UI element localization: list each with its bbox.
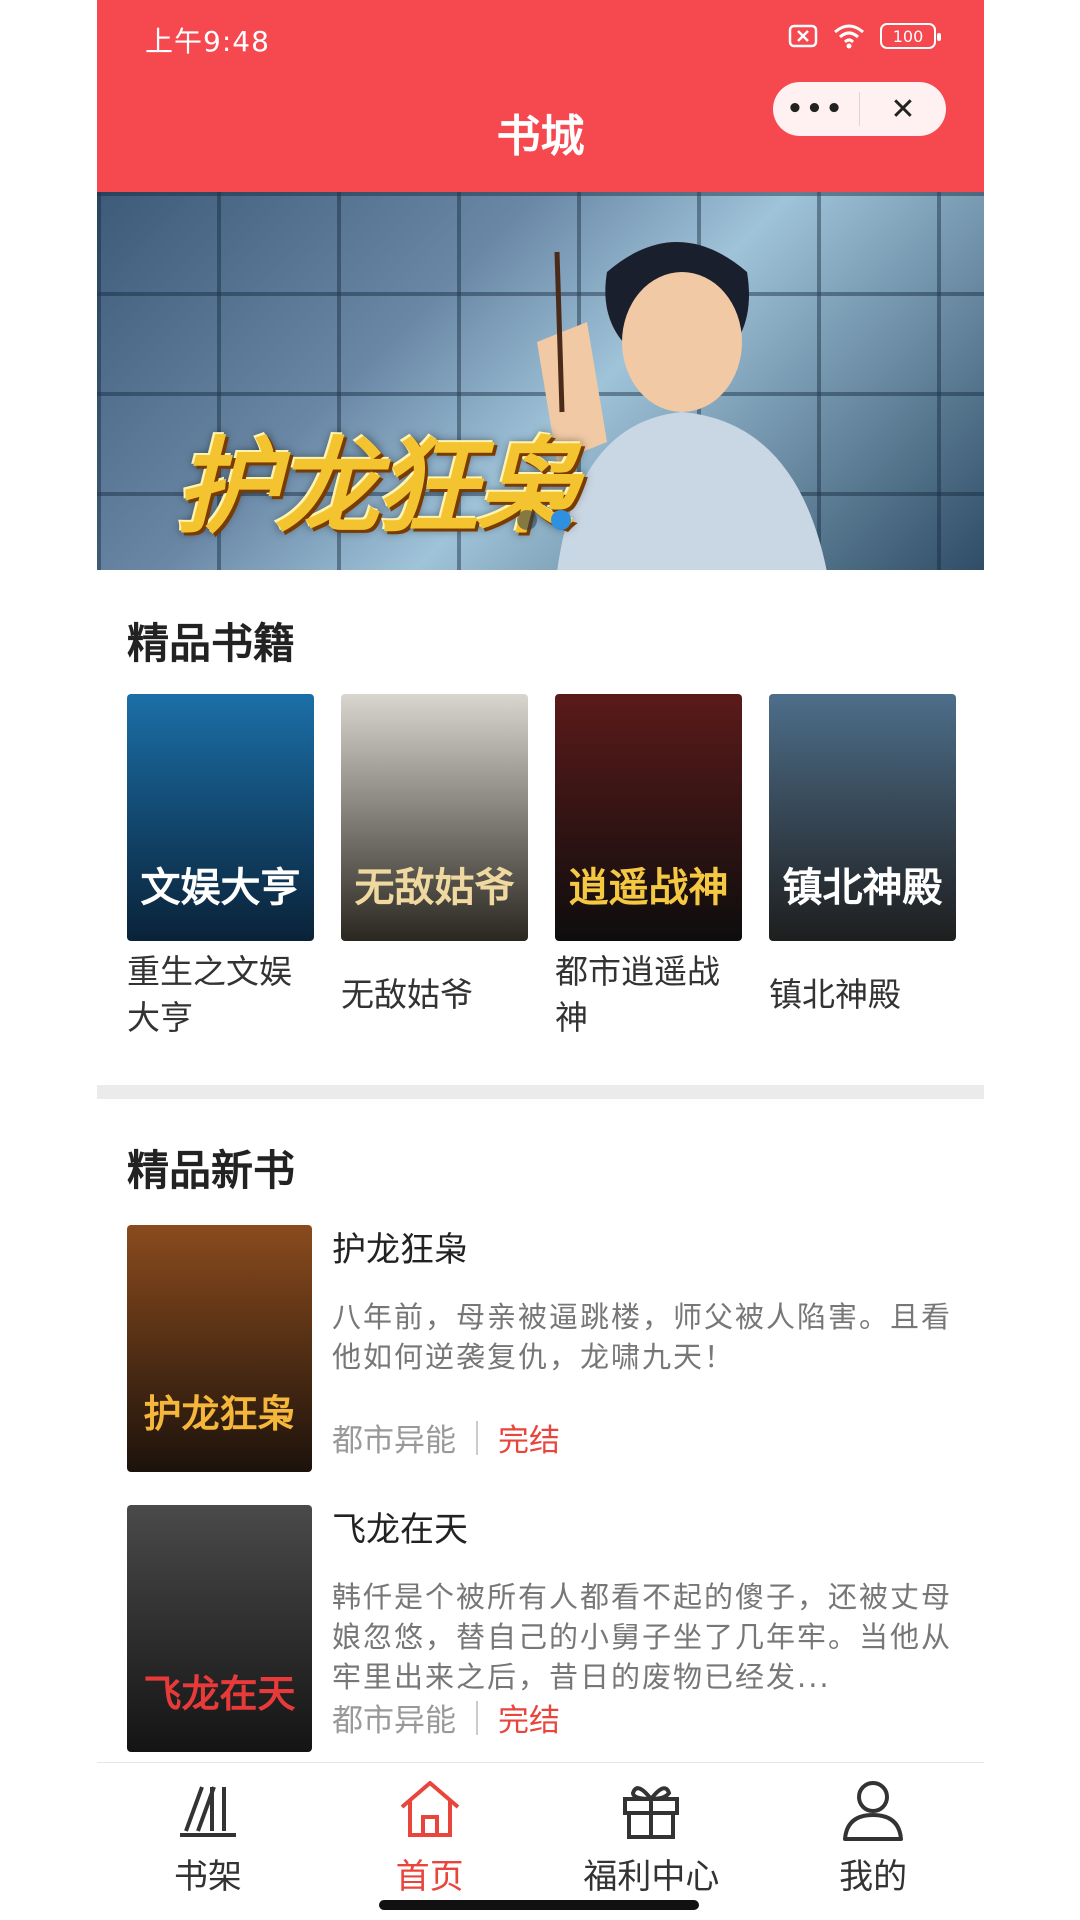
new-books-list: 护龙狂枭 护龙狂枭 八年前，母亲被逼跳楼，师父被人陷害。且看他如何逆袭复仇，龙啸九天… bbox=[127, 1225, 957, 1785]
cover-title-art: 镇北神殿 bbox=[782, 864, 943, 911]
book-category: 都市异能 bbox=[332, 1423, 456, 1459]
book-cover[interactable]: 飞龙在天 bbox=[127, 1505, 312, 1752]
new-book-item[interactable]: 飞龙在天 飞龙在天 韩仟是个被所有人都看不起的傻子，还被丈母娘忽悠，替自己的小舅子坐… bbox=[127, 1505, 957, 1785]
book-title[interactable]: 都市逍遥战神 bbox=[555, 949, 742, 1041]
new-book-item[interactable]: 护龙狂枭 护龙狂枭 八年前，母亲被逼跳楼，师父被人陷害。且看他如何逆袭复仇，龙啸九天… bbox=[127, 1225, 957, 1505]
book-description: 八年前，母亲被逼跳楼，师父被人陷害。且看他如何逆袭复仇，龙啸九天！ bbox=[332, 1300, 952, 1374]
carousel-dot-active[interactable] bbox=[551, 510, 571, 530]
cover-title-art: 护龙狂枭 bbox=[143, 1391, 296, 1436]
book-info: 护龙狂枭八年前，母亲被逼跳楼，师父被人陷害。且看他如何逆袭复仇，龙啸九天！ 都市异… bbox=[332, 1225, 952, 1459]
book-title[interactable]: 飞龙在天 bbox=[332, 1505, 952, 1555]
book-title[interactable]: 无敌姑爷 bbox=[341, 949, 528, 1041]
cover-title-art: 文娱大亨 bbox=[140, 864, 301, 911]
bookshelf-icon bbox=[179, 1786, 236, 1837]
mini-program-capsule: ••• ✕ bbox=[773, 82, 946, 136]
tab-label: 书架 bbox=[173, 1857, 242, 1897]
carousel-dot[interactable] bbox=[517, 510, 537, 530]
featured-book[interactable]: 无敌姑爷 无敌姑爷 bbox=[341, 694, 528, 1041]
book-status: 完结 bbox=[498, 1703, 560, 1739]
home-indicator bbox=[379, 1900, 699, 1910]
book-category: 都市异能 bbox=[332, 1703, 456, 1739]
book-status: 完结 bbox=[498, 1423, 560, 1459]
tab-bar: 书架 首页 福利中心 我的 bbox=[97, 1762, 984, 1920]
no-sim-icon bbox=[788, 24, 818, 48]
book-title[interactable]: 重生之文娱大亨 bbox=[127, 949, 314, 1041]
cover-title-art: 无敌姑爷 bbox=[354, 864, 515, 911]
book-meta: 都市异能 完结 bbox=[332, 1415, 560, 1460]
close-button[interactable]: ✕ bbox=[860, 92, 946, 127]
section-title-featured: 精品书籍 bbox=[127, 619, 296, 668]
app-screen: 上午9:48 100 书城 ••• ✕ 护龙狂枭 精品书籍 文娱大亨 重生之文娱… bbox=[97, 0, 984, 1920]
section-title-new: 精品新书 bbox=[127, 1146, 296, 1195]
section-divider bbox=[97, 1085, 984, 1099]
book-cover[interactable]: 逍遥战神 bbox=[555, 694, 742, 941]
header: 上午9:48 100 书城 ••• ✕ bbox=[97, 0, 984, 192]
featured-book[interactable]: 镇北神殿 镇北神殿 bbox=[769, 694, 956, 1041]
battery-icon: 100 bbox=[880, 23, 941, 49]
banner-carousel[interactable]: 护龙狂枭 bbox=[97, 192, 984, 570]
meta-divider bbox=[476, 1700, 478, 1735]
cover-title-art: 逍遥战神 bbox=[568, 864, 729, 911]
home-icon bbox=[400, 1781, 459, 1837]
banner-title: 护龙狂枭 bbox=[175, 425, 579, 548]
book-info: 飞龙在天韩仟是个被所有人都看不起的傻子，还被丈母娘忽悠，替自己的小舅子坐了几年牢… bbox=[332, 1505, 952, 1739]
book-cover[interactable]: 文娱大亨 bbox=[127, 694, 314, 941]
meta-divider bbox=[476, 1420, 478, 1455]
tab-label: 首页 bbox=[395, 1857, 464, 1897]
tab-mine[interactable]: 我的 bbox=[762, 1763, 984, 1920]
featured-book[interactable]: 文娱大亨重生之文娱大亨 bbox=[127, 694, 314, 1041]
carousel-dots bbox=[517, 510, 571, 530]
wifi-icon bbox=[834, 24, 864, 49]
featured-books-row: 文娱大亨 重生之文娱大亨 无敌姑爷 无敌姑爷 逍遥战神 都市逍遥战神 镇北神殿 镇北神殿 bbox=[127, 694, 957, 1041]
book-title[interactable]: 镇北神殿 bbox=[769, 949, 956, 1041]
user-icon bbox=[843, 1781, 904, 1841]
gift-icon bbox=[623, 1786, 680, 1839]
book-title[interactable]: 护龙狂枭 bbox=[332, 1225, 952, 1275]
book-cover[interactable]: 镇北神殿 bbox=[769, 694, 956, 941]
tab-bookshelf[interactable]: 书架 bbox=[97, 1763, 319, 1920]
book-cover[interactable]: 无敌姑爷 bbox=[341, 694, 528, 941]
book-cover[interactable]: 护龙狂枭 bbox=[127, 1225, 312, 1472]
more-button[interactable]: ••• bbox=[773, 94, 859, 124]
status-time: 上午9:48 bbox=[145, 25, 270, 58]
status-icons: 100 bbox=[788, 22, 941, 50]
featured-book[interactable]: 逍遥战神都市逍遥战神 bbox=[555, 694, 742, 1041]
cover-title-art: 飞龙在天 bbox=[143, 1671, 296, 1716]
book-description: 韩仟是个被所有人都看不起的傻子，还被丈母娘忽悠，替自己的小舅子坐了几年牢。当他从… bbox=[332, 1580, 952, 1694]
book-meta: 都市异能 完结 bbox=[332, 1695, 560, 1740]
tab-welfare[interactable]: 福利中心 bbox=[541, 1763, 763, 1920]
tab-label: 我的 bbox=[839, 1857, 908, 1897]
tab-label: 福利中心 bbox=[583, 1857, 720, 1897]
tab-home[interactable]: 首页 bbox=[319, 1763, 541, 1920]
